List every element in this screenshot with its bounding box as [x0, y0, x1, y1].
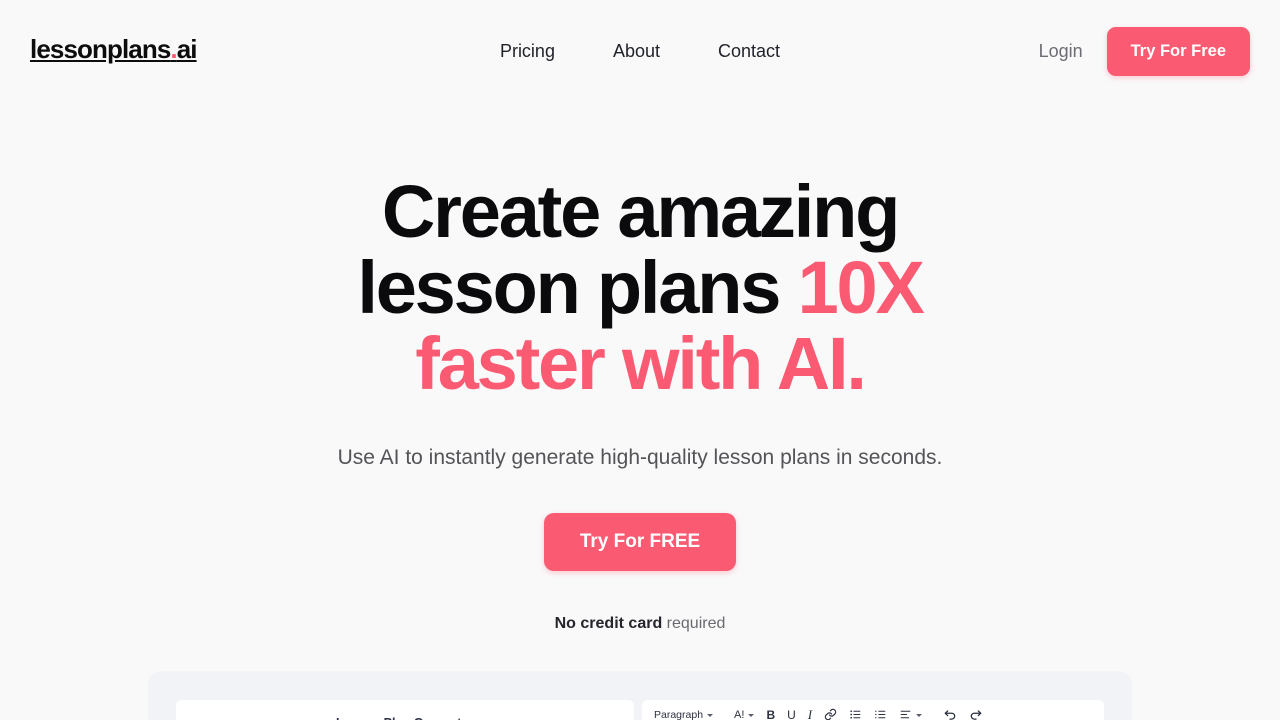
no-credit-card-bold: No credit card	[554, 615, 663, 632]
font-size-dropdown[interactable]: A!	[728, 704, 760, 720]
lesson-plan-generator-panel: Lesson Plan Generator Provide a lesson d…	[176, 700, 634, 720]
paragraph-style-label: Paragraph	[654, 708, 704, 720]
login-link[interactable]: Login	[1039, 41, 1083, 62]
hero-subtitle: Use AI to instantly generate high-qualit…	[337, 446, 943, 469]
try-for-free-hero-button[interactable]: Try For FREE	[543, 513, 737, 571]
hero-heading-accent-10x: 10X	[797, 246, 925, 329]
text-align-dropdown[interactable]	[893, 704, 928, 720]
logo[interactable]: lessonplans. ai	[30, 34, 197, 65]
site-header: lessonplans. ai Pricing About Contact Log…	[0, 0, 1280, 102]
undo-icon[interactable]	[937, 704, 963, 720]
italic-button[interactable]: I	[802, 704, 818, 720]
chevron-down-icon	[748, 713, 755, 717]
bullet-list-icon[interactable]	[843, 704, 868, 720]
paragraph-style-dropdown[interactable]: Paragraph	[650, 704, 719, 720]
numbered-list-icon[interactable]	[868, 704, 893, 720]
logo-text: lessonplans	[30, 33, 171, 64]
font-size-label: A!	[734, 708, 745, 720]
editor-toolbar: Paragraph A! B U I	[642, 700, 1104, 720]
align-left-icon	[899, 708, 912, 720]
no-credit-card-rest: required	[662, 615, 726, 632]
lesson-plan-editor-panel: Paragraph A! B U I	[642, 700, 1104, 720]
hero-heading-line-2: lesson plans	[357, 246, 798, 329]
nav-item-about[interactable]: About	[613, 41, 660, 62]
link-icon[interactable]	[818, 704, 843, 720]
hero-section: Create amazing lesson plans 10X faster w…	[0, 102, 1280, 720]
app-preview-body: Lesson Plan Generator Provide a lesson d…	[176, 700, 1104, 720]
bold-button[interactable]: B	[760, 704, 781, 720]
header-actions: Login Try For Free	[1039, 26, 1250, 76]
nav-item-pricing[interactable]: Pricing	[500, 41, 555, 62]
hero-heading: Create amazing lesson plans 10X faster w…	[0, 174, 1280, 402]
underline-button[interactable]: U	[781, 704, 802, 720]
try-for-free-header-button[interactable]: Try For Free	[1106, 26, 1250, 76]
redo-icon[interactable]	[963, 704, 989, 720]
chevron-down-icon	[916, 713, 923, 717]
hero-heading-line-3: faster with AI.	[415, 322, 867, 405]
app-preview: Lesson Plan Generator Provide a lesson d…	[148, 672, 1132, 720]
logo-suffix: ai	[176, 33, 198, 64]
nav-item-contact[interactable]: Contact	[718, 41, 780, 62]
chevron-down-icon	[707, 713, 714, 717]
no-credit-card-note: No credit card required	[0, 615, 1280, 633]
hero-heading-line-1: Create amazing	[381, 170, 900, 253]
generator-title: Lesson Plan Generator	[190, 716, 620, 720]
